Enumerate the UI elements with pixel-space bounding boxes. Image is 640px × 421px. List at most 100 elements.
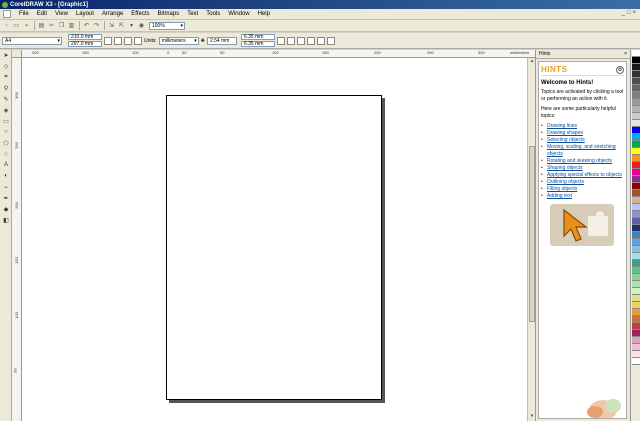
menu-arrange[interactable]: Arrange <box>98 11 127 17</box>
color-swatch[interactable] <box>632 295 640 302</box>
color-swatch[interactable] <box>632 232 640 239</box>
units-select[interactable]: millimeters ▾ <box>158 36 199 45</box>
menu-bitmaps[interactable]: Bitmaps <box>154 11 184 17</box>
menu-tools[interactable]: Tools <box>202 11 224 17</box>
undo-icon[interactable]: ↶ <box>82 21 91 30</box>
snap-to-guidelines-icon[interactable] <box>296 36 305 45</box>
all-pages-icon[interactable] <box>124 36 132 45</box>
page-outline[interactable] <box>166 95 382 400</box>
color-swatch[interactable] <box>632 267 640 274</box>
color-swatch[interactable] <box>632 99 640 106</box>
color-swatch[interactable] <box>632 218 640 225</box>
text-tool-icon[interactable]: A <box>1 160 11 170</box>
hint-link-selecting-objects[interactable]: Selecting objects <box>547 137 585 143</box>
cut-icon[interactable]: ✂ <box>47 21 56 30</box>
freehand-tool-icon[interactable]: ✎ <box>1 94 11 104</box>
color-swatch[interactable] <box>632 337 640 344</box>
eyedropper-tool-icon[interactable]: ⌁ <box>1 182 11 192</box>
interactive-fill-tool-icon[interactable]: ◧ <box>1 215 11 225</box>
horizontal-ruler[interactable]: 200 150 100 50 0 50 100 150 200 250 300 … <box>22 50 535 58</box>
color-swatch[interactable] <box>632 302 640 309</box>
color-swatch[interactable] <box>632 78 640 85</box>
color-swatch[interactable] <box>632 141 640 148</box>
fill-tool-icon[interactable]: ◆ <box>1 204 11 214</box>
color-swatch[interactable] <box>632 309 640 316</box>
page-height-field[interactable]: 297.0 mm <box>68 40 102 47</box>
color-swatch[interactable] <box>632 176 640 183</box>
color-swatch[interactable] <box>632 106 640 113</box>
menu-layout[interactable]: Layout <box>72 11 98 17</box>
ruler-corner[interactable] <box>12 50 22 58</box>
landscape-icon[interactable] <box>114 36 122 45</box>
dynamic-guides-icon[interactable] <box>316 36 325 45</box>
hint-link-shaping-objects[interactable]: Shaping objects <box>547 165 583 171</box>
color-swatch[interactable] <box>632 71 640 78</box>
color-swatch[interactable] <box>632 358 640 365</box>
color-swatch[interactable] <box>632 330 640 337</box>
shape-tool-icon[interactable]: ◇ <box>1 61 11 71</box>
hint-link-moving-scaling[interactable]: Moving, scaling, and stretching objects <box>547 144 616 157</box>
color-swatch[interactable] <box>632 323 640 330</box>
copy-icon[interactable]: ❐ <box>57 21 66 30</box>
nudge-distance-field[interactable]: 2.54 mm <box>206 36 237 45</box>
duplicate-x-field[interactable]: 6.35 mm <box>240 33 275 40</box>
vertical-scrollbar[interactable]: ▴ ▾ <box>527 58 535 421</box>
color-swatch[interactable] <box>632 162 640 169</box>
color-swatch[interactable] <box>632 260 640 267</box>
corel-online-icon[interactable]: ◉ <box>137 21 146 30</box>
color-swatch[interactable] <box>632 351 640 358</box>
close-button[interactable]: × <box>632 10 636 16</box>
page-width-field[interactable]: 210.0 mm <box>68 33 102 40</box>
menu-help[interactable]: Help <box>254 11 274 17</box>
color-swatch[interactable] <box>632 204 640 211</box>
vertical-ruler[interactable]: 300 250 200 150 100 50 <box>12 58 22 421</box>
hint-link-drawing-shapes[interactable]: Drawing shapes <box>547 130 583 136</box>
basic-shapes-tool-icon[interactable]: ♢ <box>1 149 11 159</box>
color-swatch[interactable] <box>632 274 640 281</box>
new-file-icon[interactable]: ▫ <box>2 21 11 30</box>
color-swatch[interactable] <box>632 190 640 197</box>
rectangle-tool-icon[interactable]: ▭ <box>1 116 11 126</box>
color-swatch[interactable] <box>632 281 640 288</box>
portrait-icon[interactable] <box>104 36 112 45</box>
hint-link-outlining-objects[interactable]: Outlining objects <box>547 179 584 185</box>
color-swatch[interactable] <box>632 92 640 99</box>
paper-size-select[interactable]: A4 ▾ <box>2 36 62 45</box>
color-swatch[interactable] <box>632 183 640 190</box>
redo-icon[interactable]: ↷ <box>92 21 101 30</box>
menu-effects[interactable]: Effects <box>127 11 153 17</box>
menu-file[interactable]: File <box>15 11 33 17</box>
smart-fill-tool-icon[interactable]: ◈ <box>1 105 11 115</box>
zoom-level-select[interactable]: 100% ▾ <box>149 21 185 30</box>
color-swatch[interactable] <box>632 85 640 92</box>
menu-window[interactable]: Window <box>224 11 253 17</box>
color-swatch[interactable] <box>632 127 640 134</box>
color-swatch[interactable] <box>632 288 640 295</box>
color-swatch[interactable] <box>632 113 640 120</box>
color-swatch[interactable] <box>632 57 640 64</box>
save-icon[interactable]: ▪ <box>22 21 31 30</box>
color-swatch[interactable] <box>632 64 640 71</box>
color-swatch[interactable] <box>632 253 640 260</box>
import-icon[interactable]: ⇲ <box>107 21 116 30</box>
color-swatch[interactable] <box>632 120 640 127</box>
interactive-blend-tool-icon[interactable]: ◐ <box>1 171 11 181</box>
current-page-icon[interactable] <box>134 36 142 45</box>
menu-text[interactable]: Text <box>183 11 202 17</box>
ellipse-tool-icon[interactable]: ○ <box>1 127 11 137</box>
snap-to-grid-icon[interactable] <box>286 36 295 45</box>
color-swatch[interactable] <box>632 316 640 323</box>
color-swatch[interactable] <box>632 134 640 141</box>
print-icon[interactable]: ▤ <box>37 21 46 30</box>
color-swatch[interactable] <box>632 239 640 246</box>
color-swatch[interactable] <box>632 155 640 162</box>
close-icon[interactable]: × <box>624 51 627 57</box>
color-swatch[interactable] <box>632 344 640 351</box>
outline-tool-icon[interactable]: ✒ <box>1 193 11 203</box>
gear-icon[interactable]: ⚙ <box>616 65 624 74</box>
color-swatch[interactable] <box>632 148 640 155</box>
color-swatch[interactable] <box>632 50 640 57</box>
hint-link-special-effects[interactable]: Applying special effects to objects <box>547 172 622 178</box>
color-swatch[interactable] <box>632 225 640 232</box>
options-icon[interactable] <box>326 36 335 45</box>
